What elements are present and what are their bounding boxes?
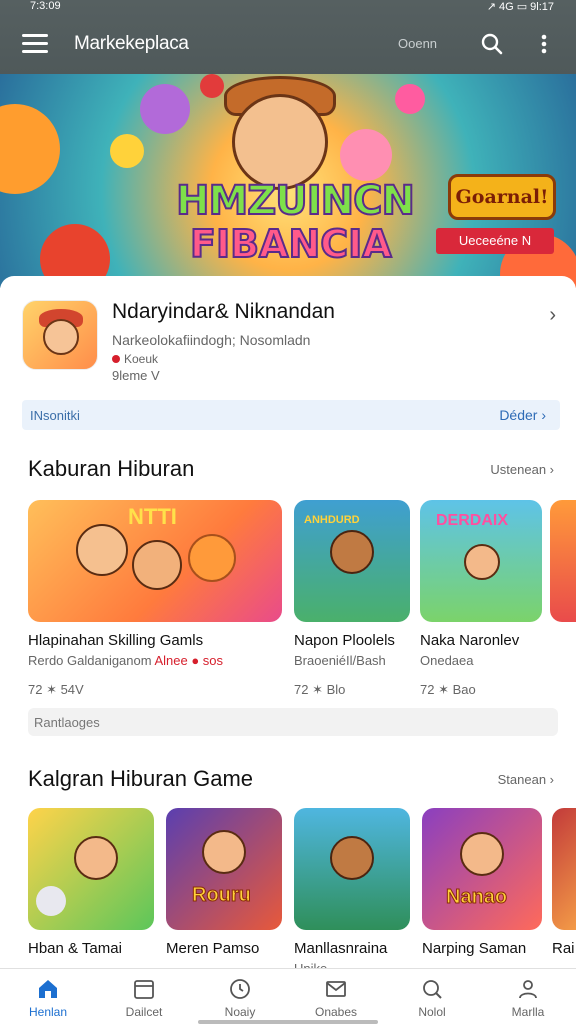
home-indicator (198, 1020, 378, 1024)
game-card[interactable]: Rouru Meren Pamso (166, 808, 282, 957)
game-subtitle: BraoeniéIl/Bash (294, 653, 386, 668)
person-icon (519, 980, 537, 999)
tag-pill[interactable]: Rantlaoges (28, 708, 558, 736)
bottom-navigation: Henlan Dailcet Noaiy Onabes Nolol Marlla (0, 968, 576, 1024)
game-name: Naka Naronlev (420, 632, 520, 649)
status-time: 7:3:09 (30, 0, 61, 12)
game-thumbnail: NTTI (28, 500, 282, 622)
game-subtitle: Rerdo Galdaniganom Alnee ● sos (28, 653, 224, 668)
thumb-label: Nanao (445, 886, 508, 909)
featured-app[interactable]: Ndaryindar& Niknandan Narkeolokafiindogh… (22, 300, 556, 390)
nav-item-mail[interactable]: Onabes (288, 969, 384, 1025)
featured-app-meta: 9leme V (112, 368, 160, 383)
game-thumbnail (552, 808, 576, 930)
game-name: Napon Ploolels (294, 632, 395, 649)
nav-item-clock[interactable]: Noaiy (192, 969, 288, 1025)
status-bar: 7:3:09 ↗ 4G ▭ 9l:17 (0, 0, 576, 14)
red-dot-icon (112, 355, 120, 363)
game-card[interactable]: ANHDURD Napon Ploolels BraoeniéIl/Bash 7… (294, 500, 410, 698)
thumb-label: DERDAIX (436, 512, 509, 529)
notice-bar[interactable]: INsonitki Déder › (22, 400, 560, 430)
game-thumbnail (28, 808, 154, 930)
thumb-label: NTTI (128, 504, 177, 529)
nav-label: Onabes (314, 1005, 358, 1019)
game-subtitle: Onedaea (420, 653, 474, 668)
hero-badge: Goarnal! (448, 174, 556, 220)
game-thumbnail: Rouru (166, 808, 282, 930)
featured-tag-label: Koeuk (124, 352, 159, 366)
game-name: Meren Pamso (166, 940, 260, 957)
decor-ball (0, 104, 60, 194)
hero-character (232, 94, 328, 190)
clock-icon (230, 979, 250, 999)
nav-item-home[interactable]: Henlan (0, 969, 96, 1025)
game-name: Rai (552, 940, 575, 957)
game-name: Manllasnraina (294, 940, 388, 957)
nav-label: Henlan (28, 1005, 68, 1019)
game-thumbnail: ANHDURD (294, 500, 410, 622)
hero-title-line1: HMZUINCN (175, 177, 416, 225)
search-icon (423, 980, 442, 999)
nav-item-calendar[interactable]: Dailcet (96, 969, 192, 1025)
decor-ball (140, 84, 190, 134)
nav-label: Nolol (418, 1005, 446, 1019)
game-name: Hban & Tamai (28, 940, 122, 957)
nav-label: Dailcet (125, 1005, 163, 1019)
chevron-right-icon[interactable]: › (549, 304, 556, 327)
see-more-link[interactable]: Stanean › (498, 772, 554, 787)
decor-ball (110, 134, 144, 168)
game-thumbnail (550, 500, 576, 622)
game-name: Narping Saman (422, 940, 527, 957)
game-thumbnail: Nanao (422, 808, 542, 930)
menu-icon[interactable] (22, 34, 48, 54)
see-more-link[interactable]: Ustenean › (490, 462, 554, 477)
thumb-label: Rouru (192, 884, 252, 907)
section-header: Kalgran Hiburan Game Stanean › (28, 766, 554, 796)
section-title: Kaburan Hiburan (28, 456, 195, 481)
featured-app-name: Ndaryindar& Niknandan (112, 300, 335, 323)
search-chip[interactable]: Ooenn (398, 36, 437, 51)
game-name: Hlapinahan Skilling Gamls (28, 632, 204, 649)
game-meta: 72 ✶ 54V (28, 682, 84, 697)
game-card[interactable]: Manllasnraina Unike (294, 808, 410, 976)
nav-item-profile[interactable]: Marlla (480, 969, 576, 1025)
game-card-partial[interactable] (550, 500, 576, 622)
game-meta: 72 ✶ Bao (420, 682, 476, 697)
game-card[interactable]: NTTI Hlapinahan Skilling Gamls Rerdo Gal… (28, 500, 282, 698)
game-meta: 72 ✶ Blo (294, 682, 346, 697)
tag-pill-label: Rantlaoges (34, 715, 100, 730)
game-card[interactable]: DERDAIX Naka Naronlev Onedaea 72 ✶ Bao (420, 500, 542, 698)
nav-label: Marlla (511, 1005, 545, 1019)
game-card[interactable]: Hban & Tamai (28, 808, 154, 957)
app-title: Markekeplaca (74, 33, 189, 54)
calendar-icon (134, 980, 154, 999)
featured-app-subtitle: Narkeolokafiindogh; Nosomladn (112, 332, 311, 348)
hero-cta-button[interactable]: Ueceeéne N (436, 228, 554, 254)
decor-ball (395, 84, 425, 114)
section-title: Kalgran Hiburan Game (28, 766, 254, 791)
more-vert-icon[interactable] (534, 32, 554, 56)
featured-app-tag: Koeuk (112, 352, 158, 366)
nav-item-search[interactable]: Nolol (384, 969, 480, 1025)
notice-link[interactable]: Déder › (499, 407, 546, 423)
app-bar: 7:3:09 ↗ 4G ▭ 9l:17 Markekeplaca Ooenn (0, 0, 576, 74)
home-icon (39, 980, 57, 998)
hero-banner[interactable]: HMZUINCN FIBANCIA Goarnal! Ueceeéne N (0, 74, 576, 288)
notice-label: INsonitki (30, 408, 80, 423)
hero-title-line2: FIBANCIA (189, 221, 393, 267)
thumb-label: ANHDURD (304, 514, 360, 526)
game-thumbnail (294, 808, 410, 930)
status-indicators: ↗ 4G ▭ 9l:17 (486, 1, 554, 13)
section-header: Kaburan Hiburan Ustenean › (28, 456, 554, 486)
decor-ball (200, 74, 224, 98)
game-card[interactable]: Nanao Narping Saman (422, 808, 542, 957)
mail-icon (326, 981, 346, 997)
nav-label: Noaiy (224, 1005, 256, 1019)
decor-ball (340, 129, 392, 181)
featured-app-icon (22, 300, 98, 370)
game-card-partial[interactable]: Rai (552, 808, 576, 957)
search-icon[interactable] (480, 32, 504, 56)
game-thumbnail: DERDAIX (420, 500, 542, 622)
content-sheet: Ndaryindar& Niknandan Narkeolokafiindogh… (0, 276, 576, 976)
